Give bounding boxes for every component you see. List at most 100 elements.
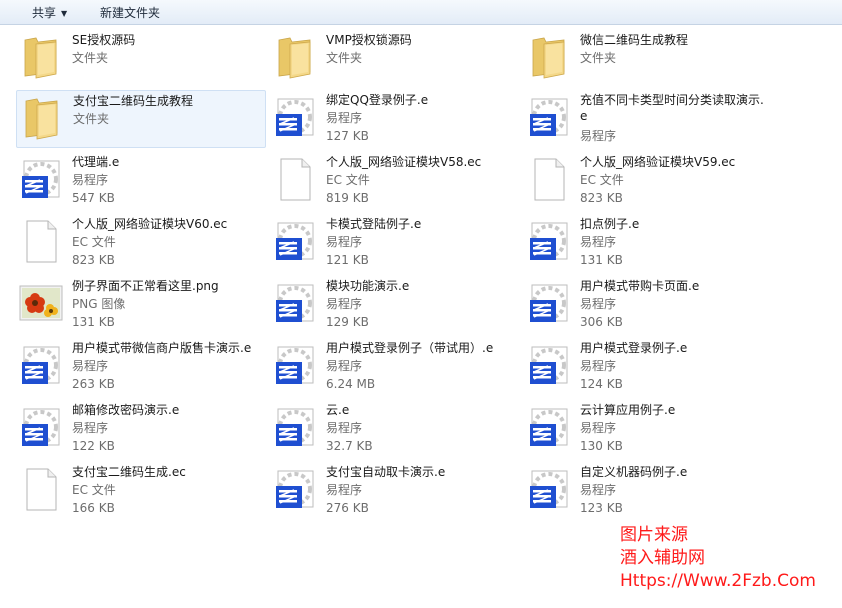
watermark-line-3: Https://Www.2Fzb.Com <box>620 571 816 591</box>
file-item[interactable]: 用户模式登录例子.e 易程序 124 KB <box>524 338 774 396</box>
file-type: 文件夹 <box>326 51 363 65</box>
file-item[interactable]: 云计算应用例子.e 易程序 130 KB <box>524 400 774 458</box>
file-size: 263 KB <box>72 377 115 391</box>
e-program-icon <box>272 218 318 264</box>
file-item[interactable]: 支付宝二维码生成.ec EC 文件 166 KB <box>16 462 266 520</box>
file-type: EC 文件 <box>326 173 370 187</box>
file-item[interactable]: 用户模式带微信商户版售卡演示.e 易程序 263 KB <box>16 338 266 396</box>
file-item[interactable]: 邮箱修改密码演示.e 易程序 122 KB <box>16 400 266 458</box>
file-item[interactable]: 代理端.e 易程序 547 KB <box>16 152 266 210</box>
file-item[interactable]: 自定义机器码例子.e 易程序 123 KB <box>524 462 774 520</box>
file-name: 用户模式登录例子.e <box>580 341 688 355</box>
e-program-icon <box>272 404 318 450</box>
new-folder-button[interactable]: 新建文件夹 <box>100 4 160 21</box>
file-name: 个人版_网络验证模块V59.ec <box>580 155 736 169</box>
file-name: 支付宝自动取卡演示.e <box>326 465 446 479</box>
file-type: 易程序 <box>72 359 109 373</box>
e-program-icon <box>272 342 318 388</box>
file-type: EC 文件 <box>72 235 116 249</box>
e-program-icon <box>526 342 572 388</box>
file-item[interactable]: SE授权源码 文件夹 <box>16 30 266 88</box>
e-program-icon <box>272 280 318 326</box>
file-type: 文件夹 <box>73 112 110 126</box>
share-button[interactable]: 共享 ▼ <box>32 4 67 21</box>
watermark-line-2: 酒入辅助网 <box>620 548 705 568</box>
file-name: 支付宝二维码生成.ec <box>72 465 186 479</box>
file-item[interactable]: 绑定QQ登录例子.e 易程序 127 KB <box>270 90 520 148</box>
file-type: 易程序 <box>72 173 109 187</box>
file-type: 易程序 <box>326 359 363 373</box>
e-program-icon <box>526 404 572 450</box>
file-type: 易程序 <box>326 297 363 311</box>
file-type: EC 文件 <box>72 483 116 497</box>
e-program-icon <box>272 466 318 512</box>
e-program-icon <box>526 218 572 264</box>
watermark-line-1: 图片来源 <box>620 525 688 545</box>
file-type: 文件夹 <box>580 51 617 65</box>
file-item[interactable]: 卡模式登陆例子.e 易程序 121 KB <box>270 214 520 272</box>
file-name: 支付宝二维码生成教程 <box>73 94 194 108</box>
file-size: 823 KB <box>580 191 623 205</box>
file-item[interactable]: 扣点例子.e 易程序 131 KB <box>524 214 774 272</box>
file-size: 123 KB <box>580 501 623 515</box>
file-item[interactable]: 用户模式登录例子（带试用）.e 易程序 6.24 MB <box>270 338 520 396</box>
file-name: 例子界面不正常看这里.png <box>72 279 219 293</box>
file-name: 云.e <box>326 403 350 417</box>
file-type: 易程序 <box>326 111 363 125</box>
file-type: 易程序 <box>580 421 617 435</box>
file-type: 易程序 <box>72 421 109 435</box>
file-type: 易程序 <box>580 129 617 143</box>
file-size: 276 KB <box>326 501 369 515</box>
file-size: 547 KB <box>72 191 115 205</box>
file-item[interactable]: VMP授权锁源码 文件夹 <box>270 30 520 88</box>
e-program-icon <box>18 404 64 450</box>
file-name: 用户模式带微信商户版售卡演示.e <box>72 341 252 355</box>
image-icon <box>18 280 64 326</box>
file-item[interactable]: 支付宝自动取卡演示.e 易程序 276 KB <box>270 462 520 520</box>
folder-icon <box>19 95 65 141</box>
folder-icon <box>18 34 64 80</box>
file-type: EC 文件 <box>580 173 624 187</box>
file-name: 云计算应用例子.e <box>580 403 676 417</box>
file-size: 131 KB <box>580 253 623 267</box>
file-item[interactable]: 例子界面不正常看这里.png PNG 图像 131 KB <box>16 276 266 334</box>
file-size: 121 KB <box>326 253 369 267</box>
document-icon <box>18 466 64 512</box>
folder-icon <box>526 34 572 80</box>
file-name: 微信二维码生成教程 <box>580 33 689 47</box>
chevron-down-icon: ▼ <box>61 9 68 18</box>
file-name: 用户模式带购卡页面.e <box>580 279 700 293</box>
file-type: 易程序 <box>580 235 617 249</box>
file-name: SE授权源码 <box>72 33 136 47</box>
file-item[interactable]: 个人版_网络验证模块V58.ec EC 文件 819 KB <box>270 152 520 210</box>
file-item[interactable]: 个人版_网络验证模块V60.ec EC 文件 823 KB <box>16 214 266 272</box>
file-type: 文件夹 <box>72 51 109 65</box>
file-name: 个人版_网络验证模块V60.ec <box>72 217 228 231</box>
file-size: 131 KB <box>72 315 115 329</box>
file-type: 易程序 <box>326 483 363 497</box>
document-icon <box>18 218 64 264</box>
file-item[interactable]: 微信二维码生成教程 文件夹 <box>524 30 774 88</box>
file-size: 124 KB <box>580 377 623 391</box>
file-item[interactable]: 支付宝二维码生成教程 文件夹 <box>16 90 266 148</box>
file-size: 122 KB <box>72 439 115 453</box>
file-size: 823 KB <box>72 253 115 267</box>
file-item[interactable]: 用户模式带购卡页面.e 易程序 306 KB <box>524 276 774 334</box>
file-size: 130 KB <box>580 439 623 453</box>
file-name: 卡模式登陆例子.e <box>326 217 422 231</box>
file-name: 扣点例子.e <box>580 217 640 231</box>
command-bar: ▾ 共享▼ 新建文件夹 <box>0 0 842 25</box>
file-type: 易程序 <box>326 235 363 249</box>
file-item[interactable]: 云.e 易程序 32.7 KB <box>270 400 520 458</box>
file-item[interactable]: 模块功能演示.e 易程序 129 KB <box>270 276 520 334</box>
file-name: VMP授权锁源码 <box>326 33 412 47</box>
e-program-icon <box>272 94 318 140</box>
file-name: 代理端.e <box>72 155 120 169</box>
file-size: 306 KB <box>580 315 623 329</box>
document-icon <box>272 156 318 202</box>
file-item[interactable]: 个人版_网络验证模块V59.ec EC 文件 823 KB <box>524 152 774 210</box>
file-item[interactable]: 充值不同卡类型时间分类读取演示.e 易程序 <box>524 90 774 148</box>
file-name: 充值不同卡类型时间分类读取演示.e <box>580 93 764 123</box>
file-size: 6.24 MB <box>326 377 376 391</box>
share-label: 共享 <box>32 6 57 20</box>
